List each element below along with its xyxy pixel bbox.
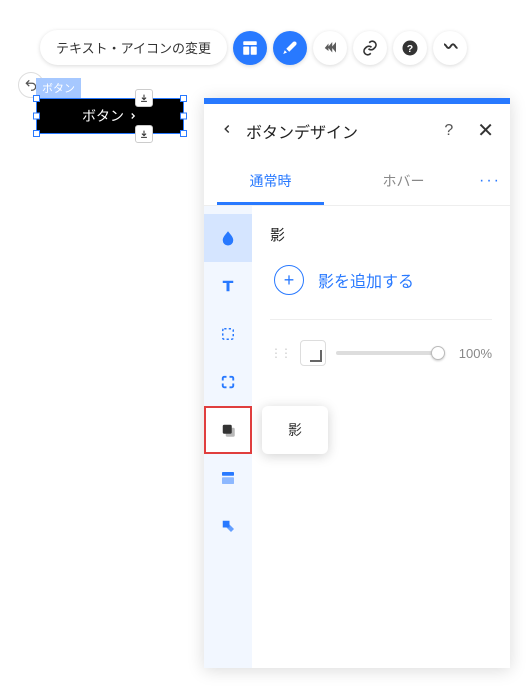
- resize-handle[interactable]: [33, 130, 40, 137]
- panel-header: ボタンデザイン ? ✕: [204, 104, 510, 157]
- add-shadow-label: 影を追加する: [318, 268, 414, 292]
- more-button[interactable]: [433, 31, 467, 65]
- panel-body: 影 影 + 影を追加する ⋮⋮ 100%: [204, 206, 510, 668]
- floating-toolbar: テキスト・アイコンの変更 ?: [40, 30, 467, 65]
- rail-shadow[interactable]: 影: [204, 406, 252, 454]
- close-button[interactable]: ✕: [477, 118, 494, 143]
- button-text: ボタン: [82, 106, 124, 126]
- canvas-selection: ボタン ボタン: [36, 78, 184, 134]
- anchor-icon[interactable]: [135, 89, 153, 107]
- resize-handle[interactable]: [180, 113, 187, 120]
- svg-text:?: ?: [407, 42, 413, 54]
- tab-hover[interactable]: ホバー: [337, 157, 470, 205]
- selection-label: ボタン: [36, 78, 81, 98]
- state-tabs: 通常時 ホバー ···: [204, 157, 510, 206]
- rail-text[interactable]: [204, 262, 252, 310]
- plus-icon: +: [274, 265, 304, 295]
- resize-handle[interactable]: [180, 130, 187, 137]
- panel-title: ボタンデザイン: [246, 119, 432, 143]
- drag-grip-icon[interactable]: ⋮⋮: [270, 346, 290, 360]
- opacity-slider[interactable]: [336, 351, 438, 355]
- anchor-icon[interactable]: [135, 125, 153, 143]
- opacity-value: 100%: [448, 346, 492, 361]
- rail-layout[interactable]: [204, 454, 252, 502]
- rail-fill[interactable]: [204, 214, 252, 262]
- divider: [270, 319, 492, 320]
- add-shadow-button[interactable]: + 影を追加する: [270, 265, 492, 295]
- slider-thumb[interactable]: [431, 346, 445, 360]
- link-button[interactable]: [353, 31, 387, 65]
- toolbar-label[interactable]: テキスト・アイコンの変更: [40, 30, 227, 65]
- selected-button-element[interactable]: ボタン: [36, 98, 184, 134]
- rail-corners[interactable]: [204, 358, 252, 406]
- resize-handle[interactable]: [33, 95, 40, 102]
- color-swatch[interactable]: [300, 340, 326, 366]
- design-button[interactable]: [233, 31, 267, 65]
- category-rail: 影: [204, 206, 252, 668]
- section-title: 影: [270, 224, 492, 245]
- rail-border[interactable]: [204, 310, 252, 358]
- animation-button[interactable]: [313, 31, 347, 65]
- panel-help-button[interactable]: ?: [444, 122, 453, 140]
- resize-handle[interactable]: [33, 113, 40, 120]
- tab-more[interactable]: ···: [470, 172, 510, 190]
- opacity-row: ⋮⋮ 100%: [270, 332, 492, 366]
- back-button[interactable]: [220, 120, 234, 141]
- rail-misc[interactable]: [204, 502, 252, 550]
- tab-normal[interactable]: 通常時: [204, 157, 337, 205]
- rail-tooltip: 影: [262, 406, 328, 454]
- help-button[interactable]: ?: [393, 31, 427, 65]
- brush-button[interactable]: [273, 31, 307, 65]
- design-panel: ボタンデザイン ? ✕ 通常時 ホバー ··· 影: [204, 98, 510, 668]
- resize-handle[interactable]: [180, 95, 187, 102]
